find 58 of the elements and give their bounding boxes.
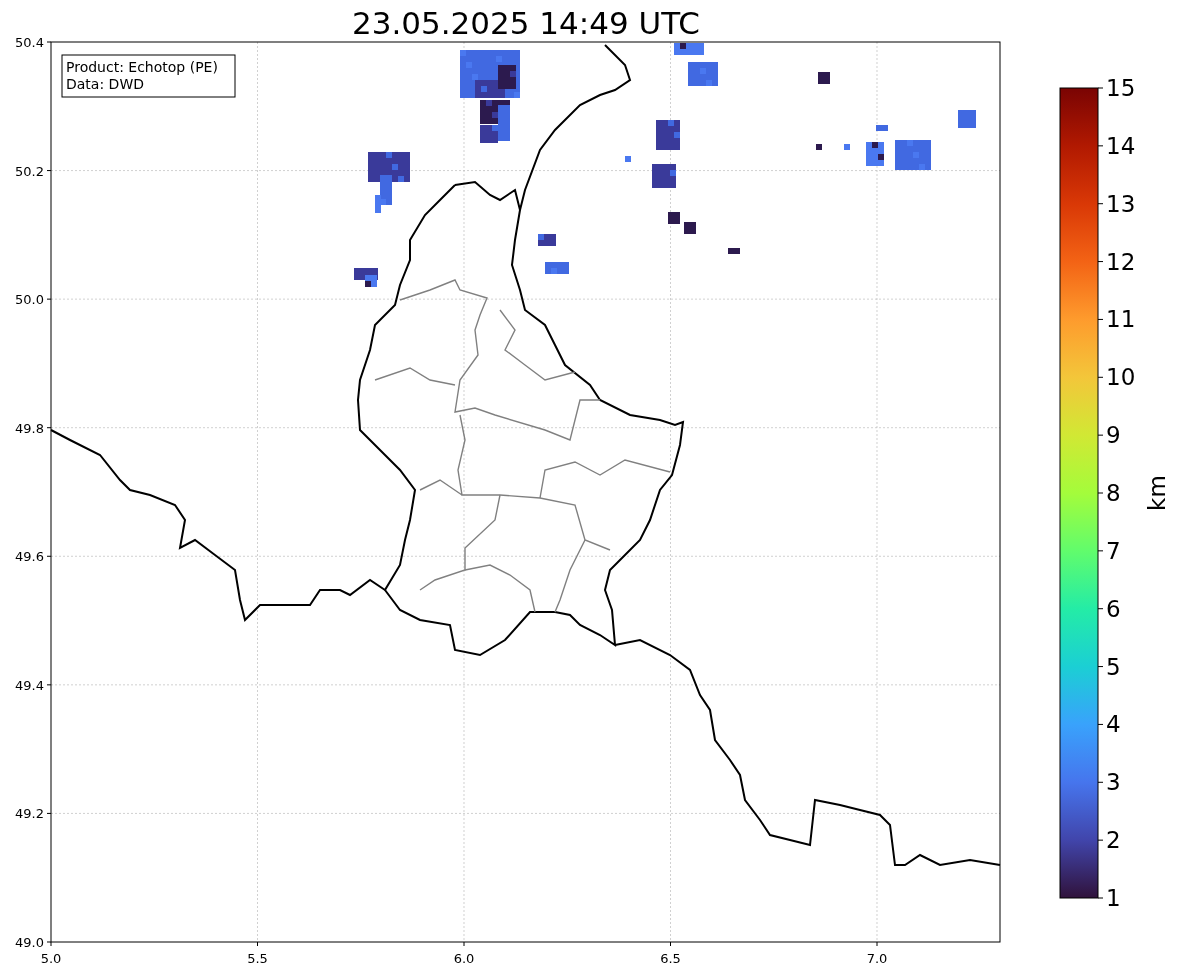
x-tick-label: 6.0 (453, 951, 475, 966)
tick-mark (1097, 261, 1104, 263)
colorbar-tick-label: 4 (1106, 711, 1121, 738)
y-tick-label: 49.4 (15, 677, 44, 693)
colorbar-tick-label: 14 (1106, 132, 1136, 159)
tick-mark (1097, 318, 1104, 320)
tick-mark (1097, 897, 1104, 899)
tick-mark (876, 941, 878, 947)
y-tick-label: 50.4 (15, 35, 44, 50)
tick-mark (1097, 434, 1104, 436)
tick-mark (1097, 376, 1104, 378)
tick-mark (1097, 550, 1104, 552)
tick-mark (1097, 723, 1104, 725)
y-tick-label: 49.0 (15, 935, 44, 950)
colorbar-tick-label: 11 (1106, 306, 1136, 333)
tick-mark (46, 684, 52, 686)
colorbar-tick-label: 3 (1106, 769, 1121, 796)
colorbar-tick-label: 6 (1106, 595, 1121, 622)
tick-mark (1097, 492, 1104, 494)
x-tick-label: 5.5 (247, 951, 268, 966)
tick-mark (1097, 145, 1104, 147)
legend-text: Product: Echotop (PE) (66, 59, 218, 75)
tick-mark (1097, 666, 1104, 668)
tick-mark (46, 298, 52, 300)
x-tick-label: 5.0 (40, 951, 62, 966)
tick-mark (46, 170, 52, 172)
x-tick-label: 6.5 (660, 951, 681, 966)
tick-mark (46, 555, 52, 557)
tick-mark (463, 941, 465, 947)
colorbar-label: km (1144, 475, 1170, 511)
tick-mark (1097, 203, 1104, 205)
y-tick-label: 49.8 (15, 420, 44, 436)
tick-mark (46, 41, 52, 43)
tick-mark (46, 427, 52, 429)
tick-mark (46, 812, 52, 814)
tick-mark (257, 941, 258, 947)
colorbar-tick-label: 5 (1106, 653, 1121, 680)
colorbar-tick-label: 1 (1106, 885, 1121, 911)
y-tick-label: 50.2 (15, 163, 44, 179)
colorbar-tick-label: 12 (1106, 248, 1136, 275)
colorbar-tick-label: 8 (1106, 480, 1121, 506)
y-tick-label: 49.6 (15, 549, 44, 565)
chart-title: 23.05.2025 14:49 UTC (352, 5, 700, 41)
y-tick-label: 49.2 (15, 806, 44, 822)
colorbar-tick-label: 9 (1106, 422, 1121, 449)
tick-mark (1097, 87, 1104, 89)
colorbar-tick-label: 7 (1106, 537, 1121, 564)
colorbar-tick-label: 13 (1106, 190, 1136, 217)
tick-mark (1097, 839, 1104, 841)
tick-mark (1097, 781, 1104, 783)
tick-mark (670, 941, 671, 947)
colorbar-tick-label: 2 (1106, 827, 1121, 854)
tick-mark (1097, 608, 1104, 610)
y-tick-label: 50.0 (15, 292, 44, 308)
legend-text: Data: DWD (66, 76, 144, 92)
colorbar-tick-label: 10 (1106, 364, 1136, 391)
x-tick-label: 7.0 (866, 951, 888, 966)
colorbar-tick-label: 15 (1106, 75, 1136, 101)
